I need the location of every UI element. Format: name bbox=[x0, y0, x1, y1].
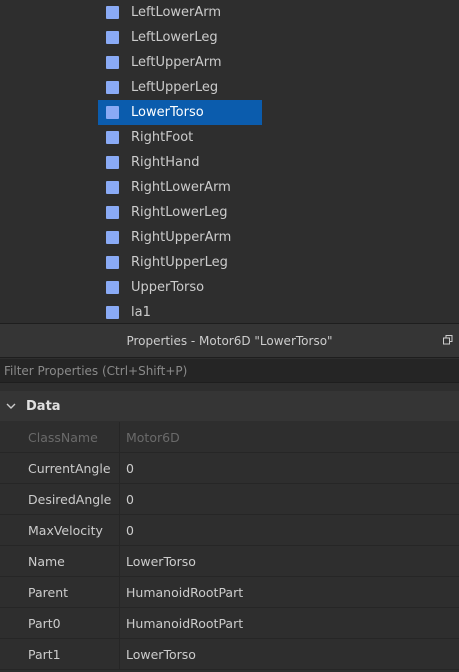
property-name: CurrentAngle bbox=[0, 453, 120, 483]
property-value[interactable]: HumanoidRootPart bbox=[120, 585, 243, 600]
property-value[interactable]: HumanoidRootPart bbox=[120, 616, 243, 631]
properties-header: Properties - Motor6D "LowerTorso" bbox=[0, 323, 459, 358]
tree-item-label: RightHand bbox=[131, 155, 200, 170]
tree-item-leftlowerleg[interactable]: LeftLowerLeg bbox=[98, 25, 262, 50]
tree-item-label: RightUpperLeg bbox=[131, 255, 228, 270]
tree-item-rightfoot[interactable]: RightFoot bbox=[98, 125, 262, 150]
property-value[interactable]: LowerTorso bbox=[120, 554, 196, 569]
part-icon bbox=[106, 181, 119, 194]
properties-title: Properties - Motor6D "LowerTorso" bbox=[126, 333, 333, 348]
property-row-classname[interactable]: ClassName Motor6D bbox=[0, 422, 459, 453]
dock-icon[interactable] bbox=[443, 335, 453, 345]
property-value[interactable]: 0 bbox=[120, 523, 134, 538]
property-row-name[interactable]: Name LowerTorso bbox=[0, 546, 459, 577]
part-icon bbox=[106, 206, 119, 219]
tree-item-label: LeftUpperLeg bbox=[131, 80, 219, 95]
tree-item-leftupperarm[interactable]: LeftUpperArm bbox=[98, 50, 262, 75]
tree-item-label: RightUpperArm bbox=[131, 230, 232, 245]
property-name: Parent bbox=[0, 577, 120, 607]
tree-item-righthand[interactable]: RightHand bbox=[98, 150, 262, 175]
part-icon bbox=[106, 281, 119, 294]
part-icon bbox=[106, 6, 119, 19]
property-name: ClassName bbox=[0, 422, 120, 452]
tree-item-rightlowerarm[interactable]: RightLowerArm bbox=[98, 175, 262, 200]
tree-item-label: RightLowerLeg bbox=[131, 205, 228, 220]
property-row-parent[interactable]: Parent HumanoidRootPart bbox=[0, 577, 459, 608]
property-row-part1[interactable]: Part1 LowerTorso bbox=[0, 639, 459, 670]
property-name: Part1 bbox=[0, 639, 120, 669]
property-name: Part0 bbox=[0, 608, 120, 638]
chevron-down-icon[interactable] bbox=[4, 399, 18, 413]
section-label: Data bbox=[26, 398, 61, 414]
property-value[interactable]: 0 bbox=[120, 461, 134, 476]
filter-properties bbox=[0, 359, 459, 383]
tree-item-rightupperarm[interactable]: RightUpperArm bbox=[98, 225, 262, 250]
explorer-panel: LeftLowerArm LeftLowerLeg LeftUpperArm L… bbox=[0, 0, 459, 323]
tree-item-label: la1 bbox=[131, 305, 151, 320]
tree-item-uppertorso[interactable]: UpperTorso bbox=[98, 275, 262, 300]
part-icon bbox=[106, 306, 119, 319]
property-row-currentangle[interactable]: CurrentAngle 0 bbox=[0, 453, 459, 484]
tree-item-label: RightLowerArm bbox=[131, 180, 231, 195]
part-icon bbox=[106, 31, 119, 44]
part-icon bbox=[106, 56, 119, 69]
tree-item-lowertorso[interactable]: LowerTorso bbox=[98, 100, 262, 125]
property-row-desiredangle[interactable]: DesiredAngle 0 bbox=[0, 484, 459, 515]
property-value[interactable]: 0 bbox=[120, 492, 134, 507]
part-icon bbox=[106, 231, 119, 244]
part-icon bbox=[106, 81, 119, 94]
property-value[interactable]: LowerTorso bbox=[120, 647, 196, 662]
tree-item-leftupperleg[interactable]: LeftUpperLeg bbox=[98, 75, 262, 100]
property-name: Name bbox=[0, 546, 120, 576]
tree-item-label: LeftLowerLeg bbox=[131, 30, 218, 45]
properties-panel: Properties - Motor6D "LowerTorso" Data C… bbox=[0, 323, 459, 672]
part-icon bbox=[106, 256, 119, 269]
tree-item-rightupperleg[interactable]: RightUpperLeg bbox=[98, 250, 262, 275]
tree-item-label: LowerTorso bbox=[131, 105, 204, 120]
part-icon bbox=[106, 131, 119, 144]
part-icon bbox=[106, 106, 119, 119]
property-value: Motor6D bbox=[126, 429, 180, 445]
tree-item-rightlowerleg[interactable]: RightLowerLeg bbox=[98, 200, 262, 225]
tree-item-label: RightFoot bbox=[131, 130, 194, 145]
section-data[interactable]: Data bbox=[0, 391, 459, 421]
tree-item-label: UpperTorso bbox=[131, 280, 205, 295]
filter-properties-input[interactable] bbox=[0, 359, 459, 382]
property-name: MaxVelocity bbox=[0, 515, 120, 545]
tree-item-la1[interactable]: la1 bbox=[98, 300, 262, 323]
property-name: DesiredAngle bbox=[0, 484, 120, 514]
part-icon bbox=[106, 156, 119, 169]
tree-item-label: LeftLowerArm bbox=[131, 5, 222, 20]
property-row-part0[interactable]: Part0 HumanoidRootPart bbox=[0, 608, 459, 639]
property-row-maxvelocity[interactable]: MaxVelocity 0 bbox=[0, 515, 459, 546]
tree-item-leftlowerarm[interactable]: LeftLowerArm bbox=[98, 0, 262, 25]
tree-item-label: LeftUpperArm bbox=[131, 55, 222, 70]
